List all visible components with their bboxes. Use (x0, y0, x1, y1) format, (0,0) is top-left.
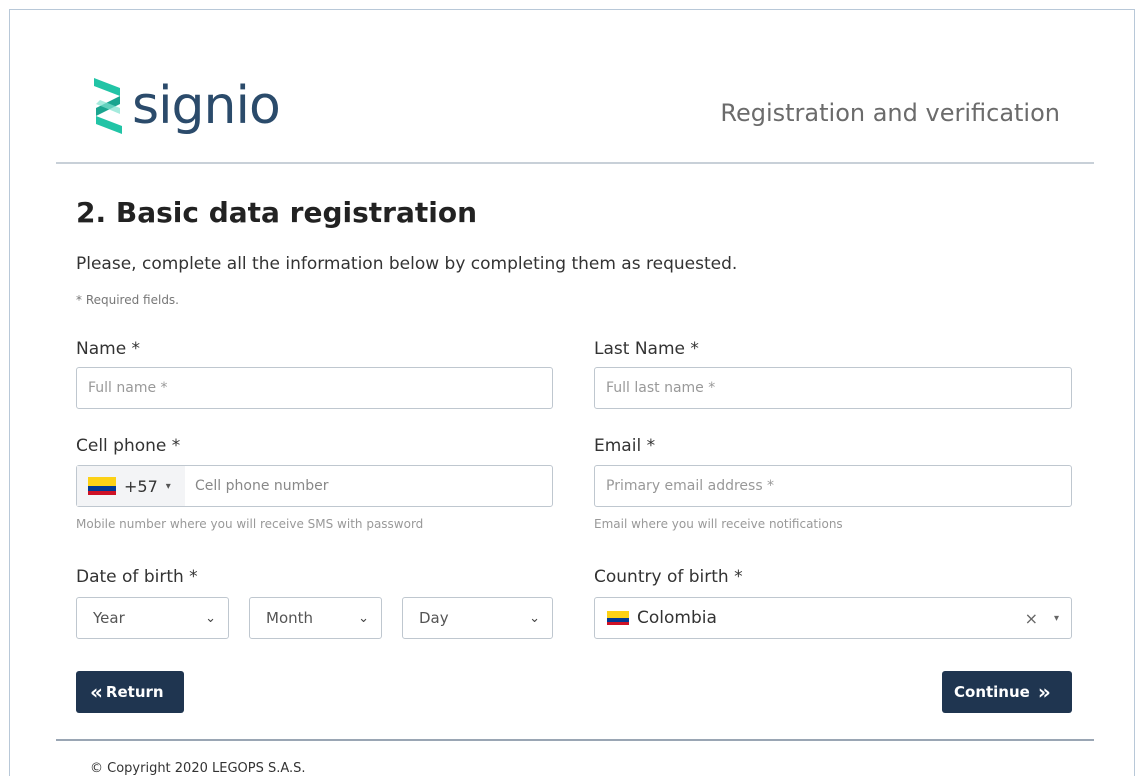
colombia-flag-icon (607, 611, 629, 625)
day-select[interactable]: Day ⌄ (402, 597, 553, 639)
cell-phone-input[interactable] (185, 466, 552, 506)
caret-down-icon: ▾ (165, 480, 171, 492)
dob-label: Date of birth * (76, 567, 198, 587)
copyright-text: © Copyright 2020 LEGOPS S.A.S. (90, 761, 306, 776)
last-name-input[interactable] (594, 367, 1072, 409)
country-value: Colombia (637, 608, 717, 628)
email-label: Email * (594, 436, 656, 456)
chevron-down-icon: ⌄ (205, 610, 216, 626)
month-select-value: Month (266, 609, 314, 627)
cell-phone-label: Cell phone * (76, 436, 181, 456)
page-title: 2. Basic data registration (76, 196, 478, 229)
last-name-label: Last Name * (594, 339, 699, 359)
double-chevron-right-icon: » (1037, 680, 1051, 704)
email-hint: Email where you will receive notificatio… (594, 517, 843, 531)
cell-phone-field: +57 ▾ (76, 465, 553, 507)
month-select[interactable]: Month ⌄ (249, 597, 382, 639)
chevron-down-icon: ⌄ (529, 610, 540, 626)
header-divider (56, 162, 1094, 164)
day-select-value: Day (419, 609, 449, 627)
signio-logo: signio (90, 74, 281, 144)
email-input[interactable] (594, 465, 1072, 507)
country-code-selector[interactable]: +57 ▾ (77, 466, 185, 506)
country-select[interactable]: Colombia × ▾ (594, 597, 1072, 639)
country-label: Country of birth * (594, 567, 743, 587)
header-title: Registration and verification (720, 99, 1060, 127)
year-select-value: Year (93, 609, 125, 627)
clear-icon[interactable]: × (1025, 609, 1038, 628)
year-select[interactable]: Year ⌄ (76, 597, 229, 639)
continue-button[interactable]: Continue » (942, 671, 1072, 713)
return-button[interactable]: « Return (76, 671, 184, 713)
intro-text: Please, complete all the information bel… (76, 254, 738, 274)
name-input[interactable] (76, 367, 553, 409)
chevron-down-icon: ⌄ (358, 610, 369, 626)
footer-divider (56, 739, 1094, 741)
required-note: * Required fields. (76, 293, 179, 307)
caret-down-icon[interactable]: ▾ (1054, 613, 1059, 624)
cell-phone-hint: Mobile number where you will receive SMS… (76, 517, 424, 531)
country-code: +57 (124, 476, 158, 496)
signio-logo-icon (94, 78, 122, 134)
name-label: Name * (76, 339, 141, 359)
return-label: Return (105, 683, 164, 701)
colombia-flag-icon (88, 477, 116, 495)
continue-label: Continue (954, 683, 1030, 701)
logo-wordmark: signio (132, 76, 281, 136)
double-chevron-left-icon: « (90, 680, 103, 704)
